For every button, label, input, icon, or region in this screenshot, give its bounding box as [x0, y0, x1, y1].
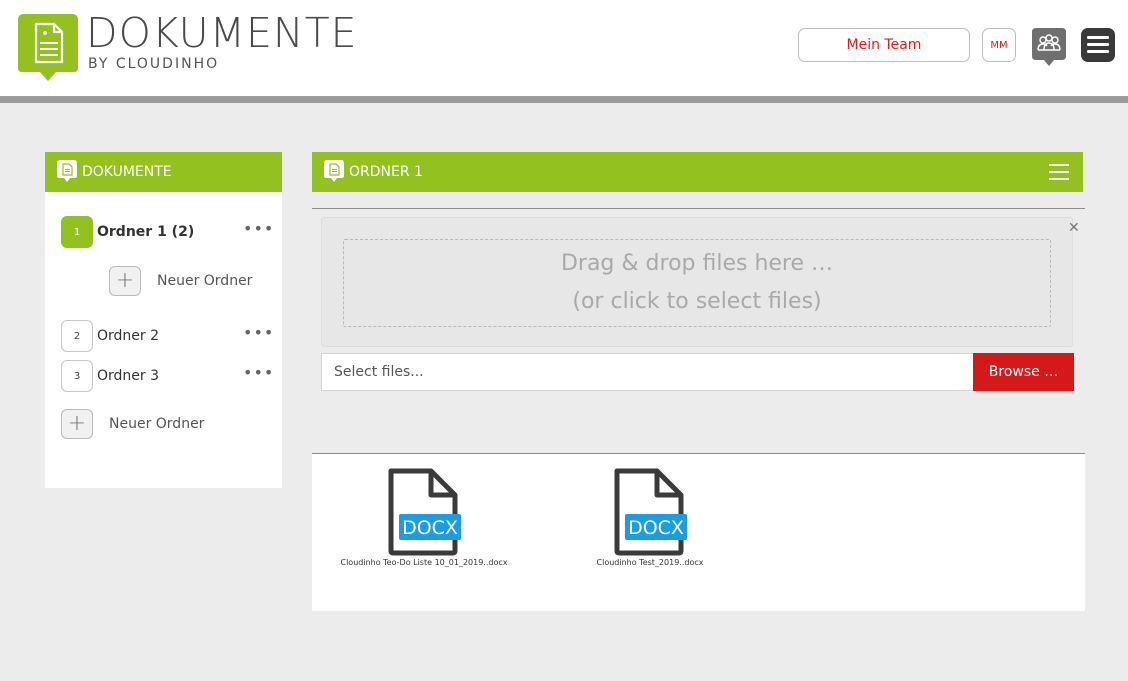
dropzone-container: ✕ Drag & drop files here … (or click to …: [321, 217, 1080, 347]
file-dropzone[interactable]: Drag & drop files here … (or click to se…: [343, 239, 1051, 327]
user-avatar-button[interactable]: MM: [982, 28, 1016, 62]
app-header: DOKUMENTE BY CLOUDINHO Mein Team MM: [0, 0, 1128, 96]
folder-label: Ordner 3: [97, 368, 160, 384]
sidebar-title: DOKUMENTE: [82, 164, 172, 180]
browse-button[interactable]: Browse …: [973, 353, 1074, 391]
folder-options-icon[interactable]: •••: [243, 365, 274, 381]
folder-options-icon[interactable]: •••: [243, 325, 274, 341]
file-name: Cloudinho Teo-Do Liste 10_01_2019..docx: [340, 558, 508, 567]
folder-header: ORDNER 1: [312, 152, 1083, 192]
brand-subtitle: BY CLOUDINHO: [88, 56, 220, 72]
folder-label: Ordner 1 (2): [97, 224, 195, 240]
folder-label: Ordner 2: [97, 328, 160, 344]
plus-icon: +: [61, 409, 93, 439]
file-item[interactable]: DOCX Cloudinho Test_2019..docx: [550, 468, 750, 567]
document-icon: [324, 160, 344, 182]
folder-sidebar: DOKUMENTE 1 Ordner 1 (2) ••• + Neuer Ord…: [45, 152, 282, 488]
folder-menu-icon[interactable]: [1049, 164, 1069, 180]
header-divider: [0, 96, 1128, 103]
folder-number-badge: 1: [61, 216, 93, 248]
dropzone-line-2: (or click to select files): [572, 289, 822, 314]
sidebar-item-ordner-2[interactable]: 2 Ordner 2: [61, 320, 159, 352]
file-name: Cloudinho Test_2019..docx: [596, 558, 704, 567]
brand-title: DOKUMENTE: [86, 9, 358, 57]
document-icon: [57, 160, 77, 182]
sidebar-item-ordner-1[interactable]: 1 Ordner 1 (2): [61, 216, 194, 248]
docx-file-icon: DOCX: [614, 468, 687, 556]
new-subfolder-label: Neuer Ordner: [157, 273, 253, 289]
folder-title: ORDNER 1: [349, 164, 423, 180]
folder-options-icon[interactable]: •••: [243, 221, 274, 237]
upload-panel: ✕ Drag & drop files here … (or click to …: [312, 208, 1085, 392]
plus-icon: +: [109, 266, 141, 296]
file-select-input[interactable]: Select files...: [321, 353, 973, 391]
menu-icon[interactable]: [1081, 28, 1115, 62]
users-icon[interactable]: [1032, 28, 1066, 68]
my-team-button[interactable]: Mein Team: [798, 28, 970, 62]
file-type-label: DOCX: [628, 517, 684, 539]
file-type-label: DOCX: [402, 517, 458, 539]
dropzone-line-1: Drag & drop files here …: [560, 251, 834, 276]
folder-number-badge: 3: [61, 360, 93, 392]
file-list: DOCX Cloudinho Teo-Do Liste 10_01_2019..…: [312, 453, 1085, 611]
folder-number-badge: 2: [61, 320, 93, 352]
file-item[interactable]: DOCX Cloudinho Teo-Do Liste 10_01_2019..…: [324, 468, 524, 567]
new-subfolder-button[interactable]: + Neuer Ordner: [109, 266, 252, 296]
new-folder-label: Neuer Ordner: [109, 416, 205, 432]
sidebar-item-ordner-3[interactable]: 3 Ordner 3: [61, 360, 159, 392]
docx-file-icon: DOCX: [388, 468, 461, 556]
new-folder-button[interactable]: + Neuer Ordner: [61, 409, 204, 439]
document-logo-icon[interactable]: [18, 14, 78, 82]
close-icon[interactable]: ✕: [1068, 220, 1080, 236]
sidebar-header: DOKUMENTE: [45, 152, 282, 192]
